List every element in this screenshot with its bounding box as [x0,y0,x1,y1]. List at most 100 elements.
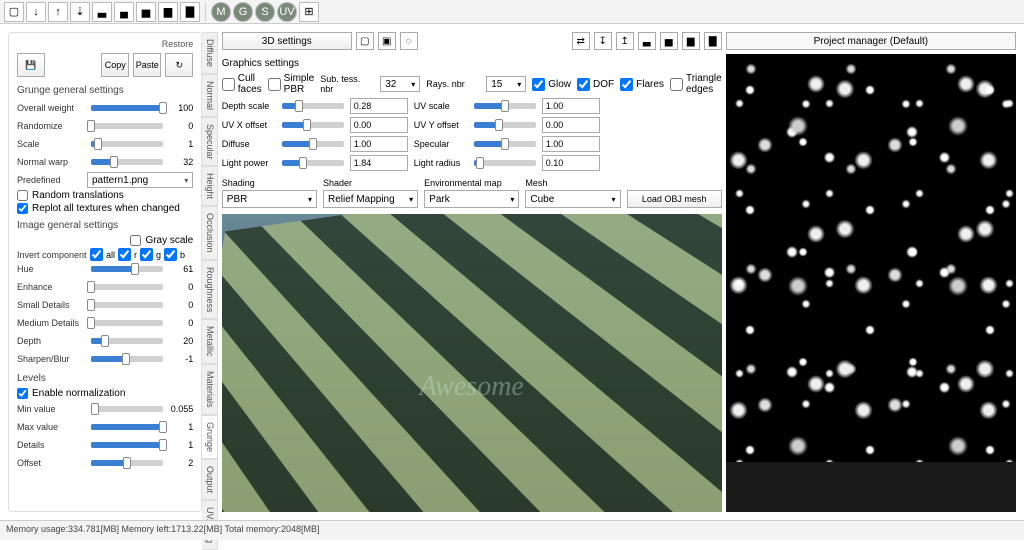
image-3-slider[interactable] [91,320,163,326]
tool-7-icon[interactable]: ▇ [704,32,722,50]
tb-hist2-icon[interactable]: ▄ [114,2,134,22]
gfx-0-slider-b[interactable] [474,103,536,109]
tool-1-icon[interactable]: ⇄ [572,32,590,50]
replot-checkbox[interactable]: Replot all textures when changed [17,203,193,214]
gfx-2-slider-a[interactable] [282,141,344,147]
gfx-0-input-a[interactable] [350,98,408,114]
image-2-slider[interactable] [91,302,163,308]
tb-hist3-icon[interactable]: ▅ [136,2,156,22]
grunge-3-slider[interactable] [91,159,163,165]
mesh-combo[interactable]: Cube [525,190,620,208]
tab-output[interactable]: Output [202,459,218,500]
gfx-2-slider-b[interactable] [474,141,536,147]
gfx-2-input-b[interactable] [542,136,600,152]
gfx-1-input-b[interactable] [542,117,600,133]
right-panel: Project manager (Default) [726,32,1016,512]
view-refresh-icon[interactable]: ◌ [400,32,418,50]
tab-grunge[interactable]: Grunge [202,415,218,459]
glow-checkbox[interactable]: Glow [532,78,571,91]
gfx-3-input-b[interactable] [542,155,600,171]
grunge-1-slider[interactable] [91,123,163,129]
gfx-2-input-a[interactable] [350,136,408,152]
tess-combo[interactable]: 32 [380,76,420,92]
tb-hist4-icon[interactable]: ▆ [158,2,178,22]
simple-pbr-checkbox[interactable]: Simple PBR [268,73,315,95]
tb-arrow-up-icon[interactable]: ↑ [48,2,68,22]
center-area: 3D settings ▢ ▣ ◌ ⇄ ↧ ↥ ▃ ▅ ▆ ▇ Graphics… [222,32,722,512]
levels-3-value: 2 [167,458,193,468]
gfx-1-slider-b[interactable] [474,122,536,128]
tb-s-icon[interactable]: S [255,2,275,22]
reload-icon[interactable]: ↻ [165,53,193,77]
tb-layers-icon[interactable]: ⊞ [299,2,319,22]
grayscale-checkbox[interactable]: Gray scale [17,235,193,246]
copy-icon[interactable]: Copy [101,53,129,77]
view-cube-icon[interactable]: ▢ [356,32,374,50]
tb-g-icon[interactable]: G [233,2,253,22]
levels-2-slider[interactable] [91,442,163,448]
tb-hist5-icon[interactable]: ▇ [180,2,200,22]
tool-6-icon[interactable]: ▆ [682,32,700,50]
enable-normalization-checkbox[interactable]: Enable normalization [17,388,193,399]
tab-diffuse[interactable]: Diffuse [202,32,218,74]
tb-hist1-icon[interactable]: ▃ [92,2,112,22]
tb-arrow-down2-icon[interactable]: ⇣ [70,2,90,22]
project-manager-title[interactable]: Project manager (Default) [726,32,1016,50]
grunge-0-slider[interactable] [91,105,163,111]
gfx-0-slider-a[interactable] [282,103,344,109]
image-1-slider[interactable] [91,284,163,290]
invert-g-checkbox[interactable] [140,248,153,261]
gfx-3-input-a[interactable] [350,155,408,171]
levels-3-slider[interactable] [91,460,163,466]
levels-0-slider[interactable] [91,406,163,412]
image-0-slider[interactable] [91,266,163,272]
dof-checkbox[interactable]: DOF [577,78,614,91]
tab-height[interactable]: Height [202,166,218,206]
3d-settings-button[interactable]: 3D settings [222,32,352,50]
random-translations-checkbox[interactable]: Random translations [17,190,193,201]
shading-combo[interactable]: PBR [222,190,317,208]
tool-5-icon[interactable]: ▅ [660,32,678,50]
invert-all-checkbox[interactable] [90,248,103,261]
image-4-slider[interactable] [91,338,163,344]
tb-m-icon[interactable]: M [211,2,231,22]
texture-preview[interactable] [726,54,1016,512]
image-5-slider[interactable] [91,356,163,362]
levels-1-slider[interactable] [91,424,163,430]
tab-occlusion[interactable]: Occlusion [202,206,218,260]
tb-uv-icon[interactable]: UV [277,2,297,22]
tb-arrow-down-icon[interactable]: ↓ [26,2,46,22]
view-camera-icon[interactable]: ▣ [378,32,396,50]
shader-combo[interactable]: Relief Mapping [323,190,418,208]
tool-4-icon[interactable]: ▃ [638,32,656,50]
invert-b-checkbox[interactable] [164,248,177,261]
gfx-3-slider-b[interactable] [474,160,536,166]
tool-3-icon[interactable]: ↥ [616,32,634,50]
env-combo[interactable]: Park [424,190,519,208]
save-icon[interactable]: 💾 [17,53,45,77]
image-4-label: Depth [17,336,87,346]
grunge-2-slider[interactable] [91,141,163,147]
paste-icon[interactable]: Paste [133,53,161,77]
3d-viewport[interactable]: Awesome [222,214,722,512]
restore-button[interactable]: Restore [17,39,193,49]
gfx-3-slider-a[interactable] [282,160,344,166]
gfx-0-input-b[interactable] [542,98,600,114]
tab-materials[interactable]: Materials [202,364,218,415]
tab-normal[interactable]: Normal [202,74,218,117]
tab-specular[interactable]: Specular [202,117,218,167]
triangle-edges-checkbox[interactable]: Triangle edges [670,73,722,95]
flares-checkbox[interactable]: Flares [620,78,664,91]
gfx-1-slider-a[interactable] [282,122,344,128]
image-0-label: Hue [17,264,87,274]
tab-metallic[interactable]: Metallic [202,319,218,364]
load-obj-button[interactable]: Load OBJ mesh [627,190,722,208]
gfx-1-input-a[interactable] [350,117,408,133]
predefined-combo[interactable]: pattern1.png [87,172,193,188]
invert-r-checkbox[interactable] [118,248,131,261]
tb-cube-icon[interactable]: ▢ [4,2,24,22]
cull-faces-checkbox[interactable]: Cull faces [222,73,262,95]
tab-roughness[interactable]: Roughness [202,260,218,320]
rays-combo[interactable]: 15 [486,76,526,92]
tool-2-icon[interactable]: ↧ [594,32,612,50]
